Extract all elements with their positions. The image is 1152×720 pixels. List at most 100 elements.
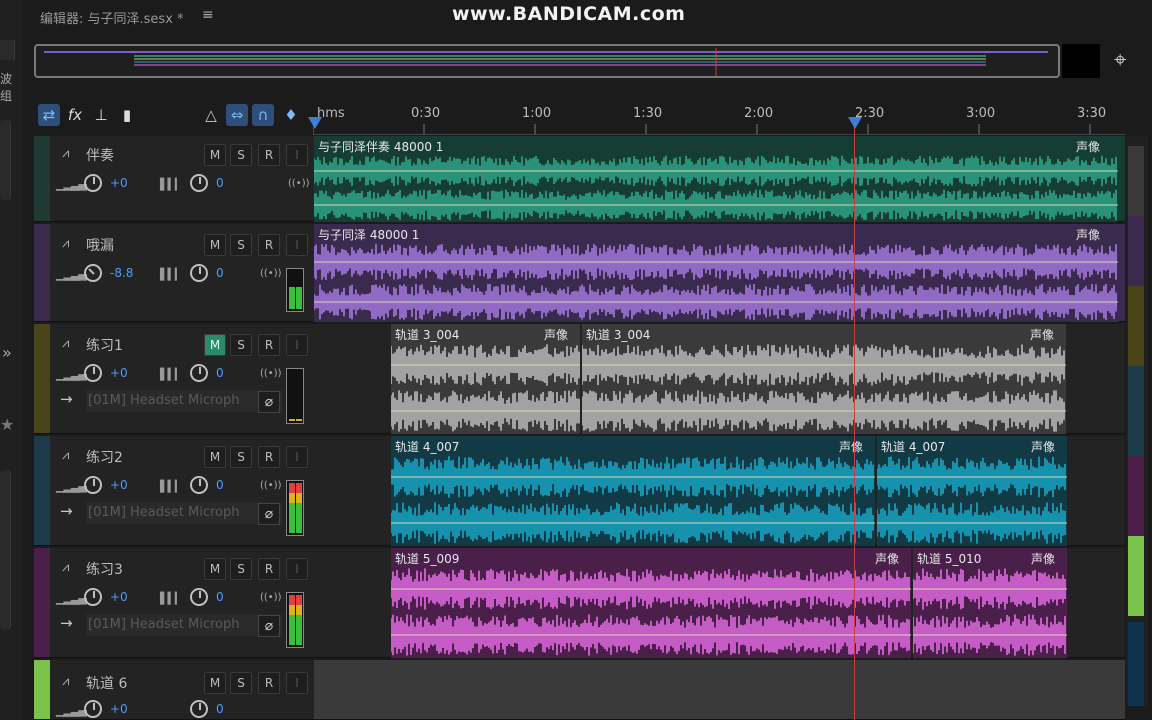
solo-button[interactable]: S	[230, 234, 252, 256]
audio-clip[interactable]: 与子同泽伴奏 48000 1 声像	[314, 136, 1118, 222]
start-marker[interactable]	[308, 117, 322, 129]
pan-knob[interactable]	[190, 174, 208, 192]
track-header-4[interactable]: ⩘ 练习2 M S R I ▁▂▃▄ +0 ▌▍▎ 0 ((•)) → [01M…	[34, 436, 314, 546]
eq-icon[interactable]: ▮	[116, 104, 138, 126]
volume-value[interactable]: +0	[110, 176, 128, 190]
track-name[interactable]: 练习1	[86, 335, 123, 355]
fx-icon[interactable]: fx	[64, 104, 86, 126]
clip-pan-label[interactable]: 声像	[839, 438, 863, 455]
track-lane-2[interactable]: 与子同泽 48000 1 声像	[314, 224, 1125, 322]
switch-icon[interactable]: ⇄	[38, 104, 60, 126]
input-monitor-button[interactable]: I	[286, 334, 308, 356]
pan-value[interactable]: 0	[216, 266, 224, 280]
clip-pan-label[interactable]: 声像	[1031, 550, 1055, 567]
phase-invert-icon[interactable]: ⌀	[258, 503, 280, 525]
menu-icon[interactable]: ≡	[202, 7, 214, 23]
audio-clip[interactable]: 与子同泽 48000 1 声像	[314, 224, 1118, 322]
magnet-icon[interactable]: ∩	[252, 104, 274, 126]
pan-knob[interactable]	[190, 588, 208, 606]
track-name[interactable]: 练习2	[86, 447, 123, 467]
solo-button[interactable]: S	[230, 144, 252, 166]
audio-clip[interactable]: 轨道 5_010 声像	[913, 548, 1067, 658]
volume-value[interactable]: -8.8	[110, 266, 133, 280]
volume-knob[interactable]	[84, 700, 102, 718]
mute-button[interactable]: M	[204, 558, 226, 580]
volume-knob[interactable]	[84, 588, 102, 606]
record-button[interactable]: R	[258, 334, 280, 356]
volume-value[interactable]: +0	[110, 478, 128, 492]
clip-pan-label[interactable]: 声像	[544, 326, 568, 343]
send-icon[interactable]: ⊥	[90, 104, 112, 126]
input-monitor-button[interactable]: I	[286, 144, 308, 166]
audio-clip[interactable]: 轨道 3_004 声像	[582, 324, 1066, 434]
pan-value[interactable]: 0	[216, 702, 224, 716]
mute-button[interactable]: M	[204, 234, 226, 256]
marker-icon[interactable]: ♦	[280, 104, 302, 126]
track-color-scroll[interactable]	[1126, 136, 1148, 706]
track-header-5[interactable]: ⩘ 练习3 M S R I ▁▂▃▄ +0 ▌▍▎ 0 ((•)) → [01M…	[34, 548, 314, 658]
track-lane-6[interactable]	[314, 660, 1125, 720]
expand-icon[interactable]: »	[2, 343, 12, 362]
track-lane-4[interactable]: 轨道 4_007 声像 轨道 4_007 声像	[314, 436, 1125, 546]
volume-value[interactable]: +0	[110, 366, 128, 380]
star-icon[interactable]: ★	[0, 415, 14, 434]
track-header-3[interactable]: ⩘ 练习1 M S R I ▁▂▃▄ +0 ▌▍▎ 0 ((•)) → [01M…	[34, 324, 314, 434]
record-button[interactable]: R	[258, 234, 280, 256]
solo-button[interactable]: S	[230, 334, 252, 356]
pan-knob[interactable]	[190, 264, 208, 282]
audio-clip[interactable]: 轨道 4_007 声像	[877, 436, 1067, 546]
track-lane-3[interactable]: 轨道 3_004 声像 轨道 3_004 声像	[314, 324, 1125, 434]
clip-pan-label[interactable]: 声像	[1076, 226, 1100, 243]
audio-clip[interactable]: 轨道 3_004 声像	[391, 324, 580, 434]
input-monitor-button[interactable]: I	[286, 446, 308, 468]
audio-clip[interactable]: 轨道 4_007 声像	[391, 436, 875, 546]
playhead-handle[interactable]	[848, 117, 862, 129]
input-source-select[interactable]: [01M] Headset Microph	[86, 502, 282, 524]
volume-knob[interactable]	[84, 476, 102, 494]
mute-button[interactable]: M	[204, 672, 226, 694]
track-header-2[interactable]: ⩘ 哦漏 M S R I ▁▂▃▄ -8.8 ▌▍▎ 0 ((•))	[34, 224, 314, 322]
record-button[interactable]: R	[258, 144, 280, 166]
track-name[interactable]: 哦漏	[86, 235, 114, 255]
track-name[interactable]: 练习3	[86, 559, 123, 579]
pan-knob[interactable]	[190, 700, 208, 718]
overview-navigator[interactable]	[34, 44, 1060, 78]
solo-button[interactable]: S	[230, 558, 252, 580]
input-source-select[interactable]: [01M] Headset Microph	[86, 614, 282, 636]
metronome-icon[interactable]: △	[200, 104, 222, 126]
snap-icon[interactable]: ⇔	[226, 104, 248, 126]
track-header-1[interactable]: ⩘ 伴奏 M S R I ▁▂▃▄ +0 ▌▍▎ 0 ((•))	[34, 136, 314, 222]
pan-value[interactable]: 0	[216, 366, 224, 380]
input-monitor-button[interactable]: I	[286, 234, 308, 256]
pan-knob[interactable]	[190, 476, 208, 494]
track-name[interactable]: 轨道 6	[86, 673, 127, 693]
zoom-icon[interactable]: ⌖	[1114, 48, 1126, 73]
clip-pan-label[interactable]: 声像	[1031, 438, 1055, 455]
mute-button[interactable]: M	[204, 334, 226, 356]
volume-knob[interactable]	[84, 364, 102, 382]
volume-knob[interactable]	[84, 264, 102, 282]
mute-button[interactable]: M	[204, 446, 226, 468]
phase-invert-icon[interactable]: ⌀	[258, 615, 280, 637]
input-source-select[interactable]: [01M] Headset Microph	[86, 390, 282, 412]
left-scroll[interactable]	[0, 120, 11, 200]
pan-value[interactable]: 0	[216, 590, 224, 604]
time-ruler[interactable]: hms 0:30 1:00 1:30 2:00 2:30 3:00 3:30	[313, 100, 1125, 135]
solo-button[interactable]: S	[230, 446, 252, 468]
track-header-6[interactable]: ⩘ 轨道 6 M S R I ▁▂▃▄ +0 0	[34, 660, 314, 720]
input-monitor-button[interactable]: I	[286, 558, 308, 580]
left-panel-field[interactable]	[0, 40, 15, 60]
volume-knob[interactable]	[84, 174, 102, 192]
solo-button[interactable]: S	[230, 672, 252, 694]
clip-pan-label[interactable]: 声像	[875, 550, 899, 567]
track-lane-1[interactable]: 与子同泽伴奏 48000 1 声像	[314, 136, 1125, 222]
volume-value[interactable]: +0	[110, 590, 128, 604]
pan-knob[interactable]	[190, 364, 208, 382]
left-scroll-2[interactable]	[0, 470, 11, 630]
pan-value[interactable]: 0	[216, 478, 224, 492]
record-button[interactable]: R	[258, 672, 280, 694]
record-button[interactable]: R	[258, 446, 280, 468]
playhead[interactable]	[854, 120, 855, 720]
track-name[interactable]: 伴奏	[86, 145, 114, 165]
record-button[interactable]: R	[258, 558, 280, 580]
